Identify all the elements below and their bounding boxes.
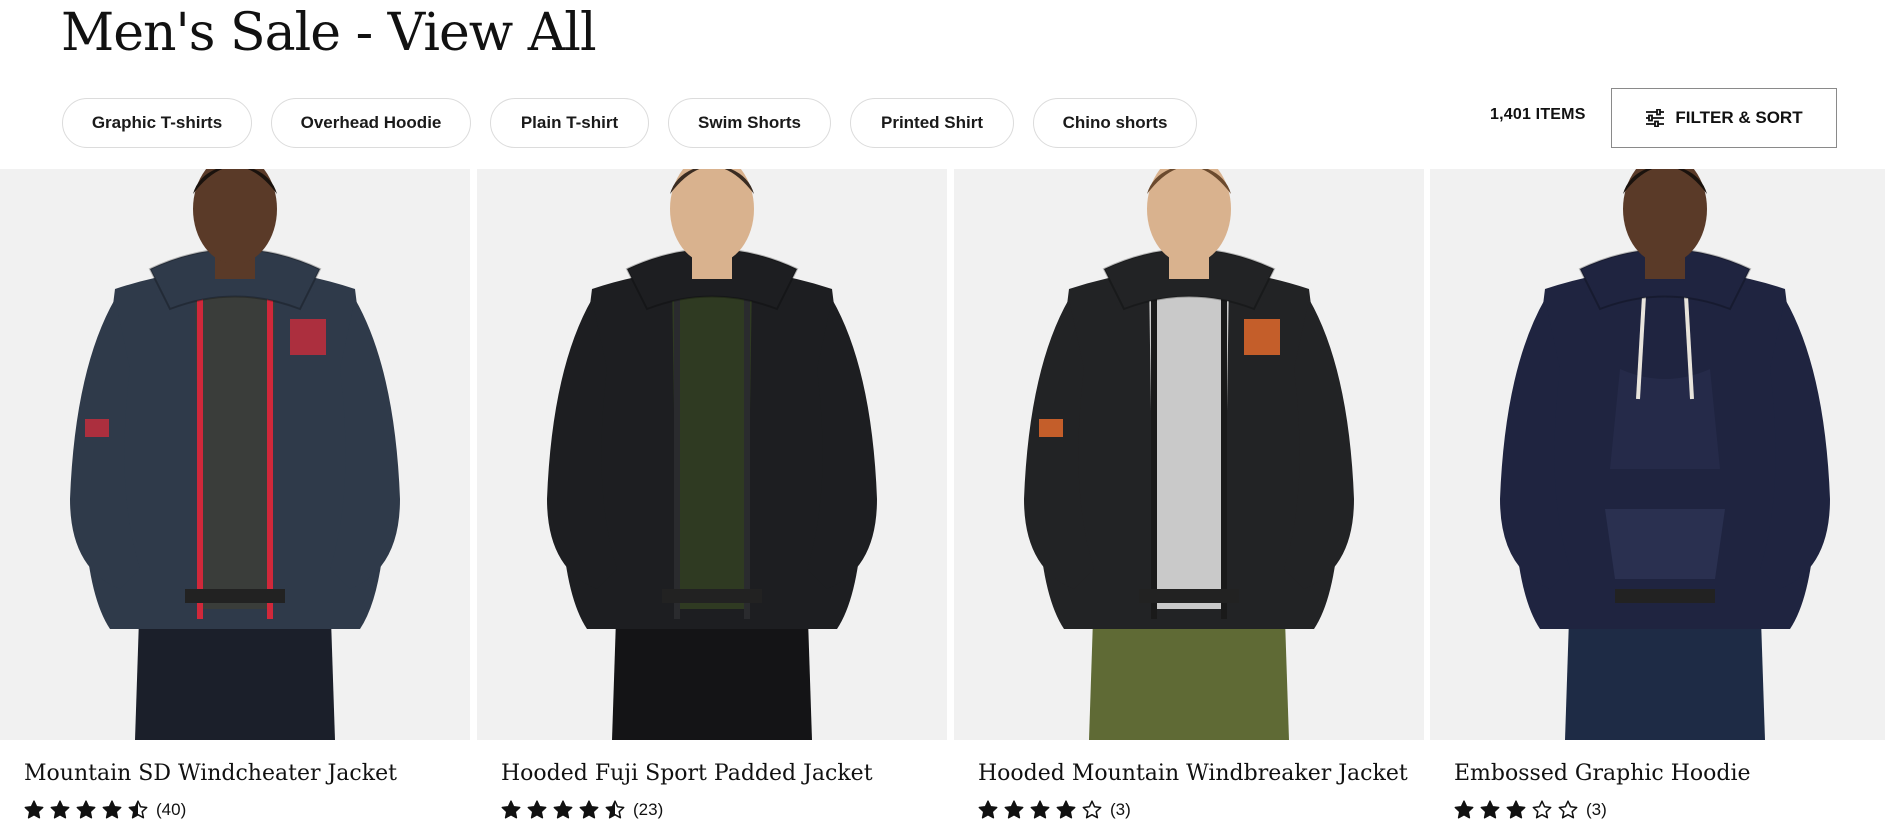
star-filled-icon bbox=[1004, 800, 1024, 819]
filter-chip-graphic-t-shirts[interactable]: Graphic T-shirts bbox=[62, 98, 252, 148]
model-photo bbox=[547, 169, 877, 740]
filter-chip-overhead-hoodie[interactable]: Overhead Hoodie bbox=[271, 98, 471, 148]
product-rating: (3) bbox=[1454, 800, 1607, 820]
star-half-icon bbox=[128, 800, 148, 819]
rating-stars bbox=[24, 800, 148, 820]
rating-stars bbox=[501, 800, 625, 820]
review-count: (40) bbox=[156, 800, 187, 819]
star-filled-icon bbox=[553, 800, 573, 819]
page-title: Men's Sale - View All bbox=[61, 3, 597, 63]
star-filled-icon bbox=[1480, 800, 1500, 819]
star-filled-icon bbox=[527, 800, 547, 819]
product-rating: (3) bbox=[978, 800, 1131, 820]
star-filled-icon bbox=[1030, 800, 1050, 819]
model-photo bbox=[1024, 169, 1354, 740]
filter-sort-label: FILTER & SORT bbox=[1675, 108, 1803, 127]
model-photo bbox=[1500, 169, 1830, 740]
star-half-icon bbox=[605, 800, 625, 819]
model-photo bbox=[70, 169, 400, 740]
filter-chip-chino-shorts[interactable]: Chino shorts bbox=[1033, 98, 1197, 148]
star-filled-icon bbox=[50, 800, 70, 819]
product-name[interactable]: Hooded Mountain Windbreaker Jacket bbox=[978, 761, 1418, 786]
product-name[interactable]: Hooded Fuji Sport Padded Jacket bbox=[501, 761, 941, 786]
product-image[interactable] bbox=[477, 169, 947, 740]
product-card[interactable]: Mountain SD Windcheater Jacket (40) bbox=[0, 169, 470, 829]
star-filled-icon bbox=[1454, 800, 1474, 819]
rating-stars bbox=[1454, 800, 1578, 820]
review-count: (3) bbox=[1586, 800, 1607, 819]
product-rating: (40) bbox=[24, 800, 186, 820]
star-filled-icon bbox=[978, 800, 998, 819]
product-image[interactable] bbox=[0, 169, 470, 740]
product-image[interactable] bbox=[954, 169, 1424, 740]
sliders-icon bbox=[1645, 109, 1665, 127]
review-count: (23) bbox=[633, 800, 664, 819]
review-count: (3) bbox=[1110, 800, 1131, 819]
rating-stars bbox=[978, 800, 1102, 820]
star-empty-icon bbox=[1082, 800, 1102, 819]
product-card[interactable]: Hooded Mountain Windbreaker Jacket (3) bbox=[954, 169, 1424, 829]
star-filled-icon bbox=[1056, 800, 1076, 819]
product-card[interactable]: Embossed Graphic Hoodie (3) bbox=[1430, 169, 1885, 829]
star-filled-icon bbox=[102, 800, 122, 819]
star-filled-icon bbox=[501, 800, 521, 819]
product-name[interactable]: Mountain SD Windcheater Jacket bbox=[24, 761, 464, 786]
product-name[interactable]: Embossed Graphic Hoodie bbox=[1454, 761, 1885, 786]
filter-chip-printed-shirt[interactable]: Printed Shirt bbox=[850, 98, 1014, 148]
product-image[interactable] bbox=[1430, 169, 1885, 740]
item-count: 1,401 ITEMS bbox=[1490, 106, 1586, 123]
star-filled-icon bbox=[1506, 800, 1526, 819]
star-empty-icon bbox=[1558, 800, 1578, 819]
filter-chip-plain-t-shirt[interactable]: Plain T-shirt bbox=[490, 98, 649, 148]
product-card[interactable]: Hooded Fuji Sport Padded Jacket (23) bbox=[477, 169, 947, 829]
product-rating: (23) bbox=[501, 800, 663, 820]
star-filled-icon bbox=[579, 800, 599, 819]
star-filled-icon bbox=[76, 800, 96, 819]
star-filled-icon bbox=[24, 800, 44, 819]
filter-sort-button[interactable]: FILTER & SORT bbox=[1611, 88, 1837, 148]
filter-chip-swim-shorts[interactable]: Swim Shorts bbox=[668, 98, 831, 148]
star-empty-icon bbox=[1532, 800, 1552, 819]
